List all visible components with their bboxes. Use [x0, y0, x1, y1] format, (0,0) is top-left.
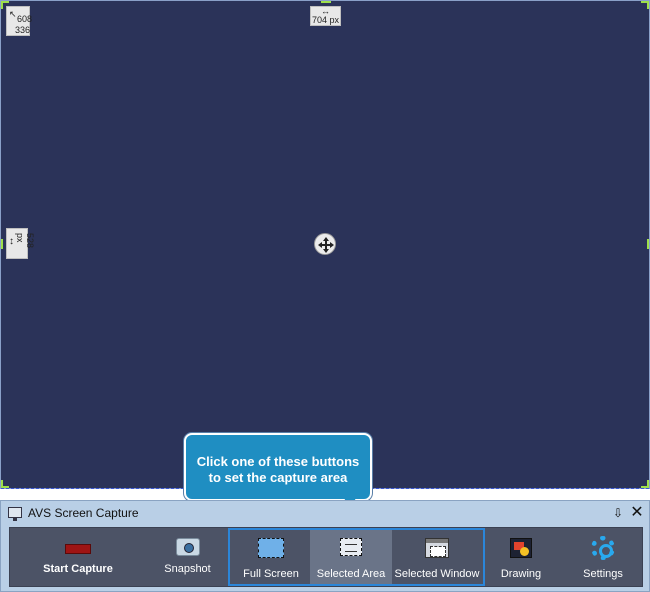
drawing-button[interactable]: Drawing	[488, 530, 554, 584]
position-y: 336	[15, 25, 31, 35]
app-window: AVS Screen Capture ⇩ ✕ Start Capture Sna…	[0, 500, 650, 592]
camera-icon	[175, 538, 200, 556]
resize-handle-top-left[interactable]	[1, 1, 3, 9]
resize-handle-right[interactable]	[647, 239, 649, 249]
selected-area-label: Selected Area	[316, 568, 386, 580]
pin-button[interactable]: ⇩	[610, 504, 626, 522]
snapshot-button[interactable]: Snapshot	[150, 530, 225, 584]
snapshot-label: Snapshot	[164, 563, 211, 575]
vertical-arrow-icon: ↕	[9, 236, 14, 247]
selected-area-button[interactable]: Selected Area	[310, 530, 392, 584]
full-screen-button[interactable]: Full Screen	[232, 530, 310, 584]
corner-arrow-icon: ↖	[9, 9, 17, 19]
position-readout: ↖ 608 336	[6, 6, 33, 36]
resize-handle-bottom-left[interactable]	[1, 480, 3, 488]
gear-icon	[591, 536, 615, 560]
resize-handle-top[interactable]	[321, 1, 331, 3]
resize-handle-left[interactable]	[1, 239, 3, 249]
toolbar: Start Capture Snapshot Full Screen Selec…	[9, 527, 643, 587]
pin-icon: ⇩	[612, 506, 624, 520]
height-label: 528 px	[15, 233, 35, 249]
selected-window-label: Selected Window	[394, 568, 480, 580]
width-readout: ↔ 704 px	[310, 6, 341, 26]
tooltip-line-2: to set the capture area	[208, 470, 348, 485]
window-title: AVS Screen Capture	[28, 506, 139, 520]
close-button[interactable]: ✕	[628, 504, 646, 522]
move-arrows-icon	[318, 237, 334, 253]
capture-area-tooltip: Click one of these buttons to set the ca…	[184, 433, 372, 501]
title-bar[interactable]: AVS Screen Capture ⇩ ✕	[1, 501, 649, 525]
selected-window-button[interactable]: Selected Window	[394, 530, 480, 584]
selected-area-icon	[340, 538, 362, 556]
position-x: 608	[17, 14, 33, 24]
height-readout: ↕ 528 px	[6, 228, 35, 259]
full-screen-label: Full Screen	[243, 568, 299, 580]
record-icon	[65, 544, 91, 554]
resize-handle-top-right[interactable]	[647, 1, 649, 9]
settings-button[interactable]: Settings	[570, 530, 636, 584]
tooltip-line-1: Click one of these buttons	[196, 454, 360, 469]
width-label: 704 px	[311, 15, 340, 25]
start-capture-button[interactable]: Start Capture	[18, 530, 138, 584]
settings-label: Settings	[583, 568, 623, 580]
drawing-label: Drawing	[500, 568, 542, 580]
selected-window-icon	[425, 538, 449, 558]
move-handle[interactable]	[314, 233, 336, 255]
resize-handle-bottom-right[interactable]	[647, 480, 649, 488]
start-capture-label: Start Capture	[43, 563, 113, 575]
drawing-icon	[510, 538, 532, 558]
monitor-icon	[8, 507, 22, 521]
full-screen-icon	[258, 538, 284, 558]
horizontal-arrow-icon: ↔	[321, 6, 330, 16]
capture-area[interactable]: ↖ 608 336 ↔ 704 px ↕ 528 px	[0, 0, 650, 489]
close-icon: ✕	[630, 504, 644, 521]
